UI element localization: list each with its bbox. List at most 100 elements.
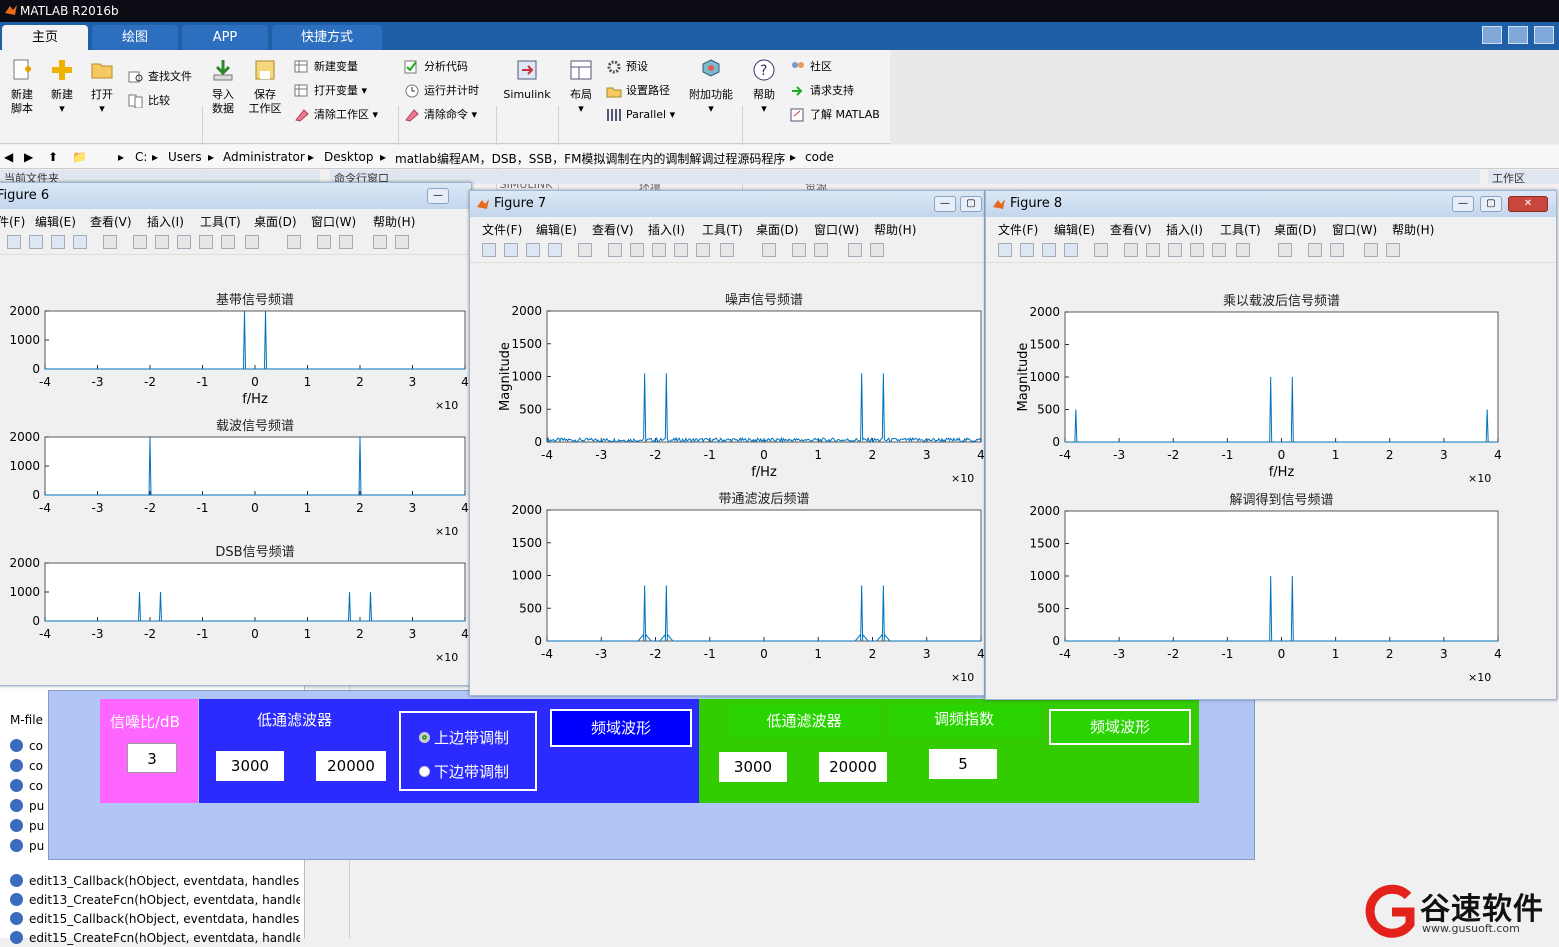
- link-icon[interactable]: [762, 243, 776, 257]
- menu-window[interactable]: 窗口(W): [311, 213, 356, 230]
- learn-matlab-button[interactable]: 了解 MATLAB: [790, 108, 880, 122]
- menu-view[interactable]: 查看(V): [90, 213, 132, 230]
- up-folder-icon[interactable]: ⬆: [48, 150, 58, 164]
- colorbar-icon[interactable]: [317, 235, 331, 249]
- maximize-icon[interactable]: ▢: [1480, 196, 1502, 212]
- menu-edit[interactable]: 编辑(E): [1054, 221, 1095, 238]
- list-item[interactable]: edit13_CreateFcn(hObject, eventdata, han…: [10, 891, 300, 909]
- import-data-button[interactable]: 导入 数据: [206, 58, 240, 116]
- simulink-button[interactable]: Simulink: [502, 58, 552, 102]
- hide-tools-icon[interactable]: [373, 235, 387, 249]
- clear-workspace-button[interactable]: 清除工作区 ▾: [294, 108, 378, 122]
- pan-icon[interactable]: [177, 235, 191, 249]
- open-icon[interactable]: [1020, 243, 1034, 257]
- browse-folder-icon[interactable]: 📁: [72, 150, 87, 164]
- menu-desktop[interactable]: 桌面(D): [756, 221, 799, 238]
- zoom-out-icon[interactable]: [630, 243, 644, 257]
- list-item[interactable]: edit15_Callback(hObject, eventdata, hand…: [10, 910, 300, 928]
- maximize-icon[interactable]: ▢: [960, 196, 982, 212]
- zoom-in-icon[interactable]: [133, 235, 147, 249]
- analyze-code-button[interactable]: 分析代码: [404, 60, 468, 74]
- menu-edit[interactable]: 编辑(E): [35, 213, 76, 230]
- breadcrumb-item[interactable]: Desktop: [324, 150, 374, 164]
- back-icon[interactable]: ◀: [4, 150, 13, 164]
- run-and-time-button[interactable]: 运行并计时: [404, 84, 479, 98]
- new-figure-icon[interactable]: [7, 235, 21, 249]
- menu-help[interactable]: 帮助(H): [373, 213, 415, 230]
- new-button[interactable]: 新建 ▾: [46, 58, 78, 116]
- find-files-button[interactable]: 查找文件: [128, 70, 192, 84]
- tab-plots[interactable]: 绘图: [92, 25, 178, 50]
- menu-file[interactable]: 文件(F): [998, 221, 1038, 238]
- hide-tools-icon[interactable]: [848, 243, 862, 257]
- link-icon[interactable]: [287, 235, 301, 249]
- brush-icon[interactable]: [720, 243, 734, 257]
- menu-window[interactable]: 窗口(W): [1332, 221, 1377, 238]
- data-cursor-icon[interactable]: [696, 243, 710, 257]
- zoom-in-icon[interactable]: [1124, 243, 1138, 257]
- parallel-button[interactable]: Parallel ▾: [606, 108, 675, 122]
- request-support-button[interactable]: 请求支持: [790, 84, 854, 98]
- zoom-in-icon[interactable]: [608, 243, 622, 257]
- legend-icon[interactable]: [339, 235, 353, 249]
- menu-desktop[interactable]: 桌面(D): [1274, 221, 1317, 238]
- freq-waveform-button-1[interactable]: 频域波形: [550, 709, 692, 747]
- show-tools-icon[interactable]: [395, 235, 409, 249]
- link-icon[interactable]: [1278, 243, 1292, 257]
- pan-icon[interactable]: [652, 243, 666, 257]
- save-workspace-button[interactable]: 保存 工作区: [246, 58, 284, 116]
- minimize-icon[interactable]: —: [427, 188, 449, 204]
- zoom-out-icon[interactable]: [155, 235, 169, 249]
- minimize-icon[interactable]: —: [1452, 196, 1474, 212]
- colorbar-icon[interactable]: [1308, 243, 1322, 257]
- menu-tools[interactable]: 工具(T): [200, 213, 241, 230]
- data-cursor-icon[interactable]: [1212, 243, 1226, 257]
- data-cursor-icon[interactable]: [221, 235, 235, 249]
- menu-file[interactable]: 件(F): [0, 213, 25, 230]
- open-button[interactable]: 打开 ▾: [86, 58, 118, 116]
- legend-icon[interactable]: [814, 243, 828, 257]
- colorbar-icon[interactable]: [792, 243, 806, 257]
- tab-shortcuts[interactable]: 快捷方式: [272, 25, 382, 50]
- pointer-icon[interactable]: [1094, 243, 1108, 257]
- new-script-button[interactable]: 新建 脚本: [6, 58, 38, 116]
- new-variable-button[interactable]: 新建变量: [294, 60, 358, 74]
- save-icon[interactable]: [526, 243, 540, 257]
- preferences-button[interactable]: 预设: [606, 60, 648, 74]
- open-variable-button[interactable]: 打开变量 ▾: [294, 84, 367, 98]
- fm-index-input[interactable]: 5: [929, 749, 997, 779]
- community-button[interactable]: 社区: [790, 60, 832, 74]
- pan-icon[interactable]: [1168, 243, 1182, 257]
- snr-input[interactable]: 3: [127, 743, 177, 773]
- menu-tools[interactable]: 工具(T): [1220, 221, 1261, 238]
- print-icon[interactable]: [548, 243, 562, 257]
- lpf-high-input[interactable]: 20000: [316, 751, 386, 781]
- show-tools-icon[interactable]: [1386, 243, 1400, 257]
- layout-button[interactable]: 布局 ▾: [564, 58, 598, 116]
- breadcrumb-item[interactable]: code: [805, 150, 834, 164]
- show-tools-icon[interactable]: [870, 243, 884, 257]
- pointer-icon[interactable]: [578, 243, 592, 257]
- menu-help[interactable]: 帮助(H): [1392, 221, 1434, 238]
- close-icon[interactable]: ✕: [1508, 196, 1548, 212]
- clear-commands-button[interactable]: 清除命令 ▾: [404, 108, 477, 122]
- menu-window[interactable]: 窗口(W): [814, 221, 859, 238]
- menu-edit[interactable]: 编辑(E): [536, 221, 577, 238]
- menu-file[interactable]: 文件(F): [482, 221, 522, 238]
- lpf2-low-input[interactable]: 3000: [719, 752, 787, 782]
- breadcrumb-item[interactable]: Administrator: [223, 150, 305, 164]
- list-item[interactable]: edit13_Callback(hObject, eventdata, hand…: [10, 872, 300, 890]
- compare-button[interactable]: 比较: [128, 94, 170, 108]
- save-icon[interactable]: [1042, 243, 1056, 257]
- breadcrumb-item[interactable]: matlab编程AM，DSB，SSB，FM模拟调制在内的调制解调过程源码程序: [395, 150, 785, 167]
- lpf-low-input[interactable]: 3000: [216, 751, 284, 781]
- menu-view[interactable]: 查看(V): [1110, 221, 1152, 238]
- add-ons-button[interactable]: 附加功能 ▾: [686, 58, 736, 116]
- brush-icon[interactable]: [245, 235, 259, 249]
- legend-icon[interactable]: [1330, 243, 1344, 257]
- new-figure-icon[interactable]: [998, 243, 1012, 257]
- menu-insert[interactable]: 插入(I): [648, 221, 685, 238]
- open-icon[interactable]: [29, 235, 43, 249]
- forward-icon[interactable]: ▶: [24, 150, 33, 164]
- pointer-icon[interactable]: [103, 235, 117, 249]
